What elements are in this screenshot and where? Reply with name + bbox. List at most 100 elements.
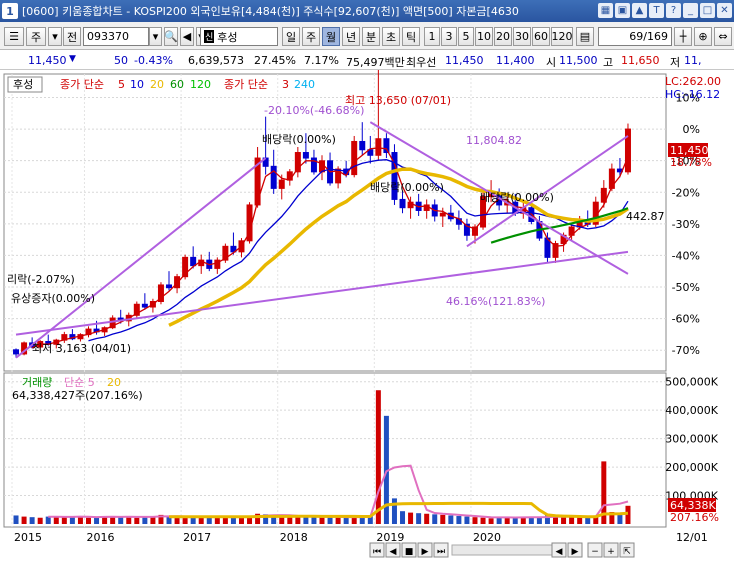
zoom-fit-icon: ⇱ xyxy=(623,547,631,557)
pct-annotation-2: 11,804.82 xyxy=(466,134,522,147)
price-axis-tick: -40% xyxy=(672,249,700,262)
volume-bar xyxy=(408,512,414,524)
candle xyxy=(608,168,615,189)
arrow-up-icon[interactable]: ▲ xyxy=(632,3,647,18)
current-pct-tag-text: 18.78% xyxy=(670,156,712,169)
volume-bar xyxy=(29,517,35,524)
period-day[interactable]: 일 xyxy=(282,27,300,46)
ruler-icon[interactable]: ┼ xyxy=(674,27,692,46)
candle xyxy=(166,284,173,289)
maximize-icon[interactable]: □ xyxy=(700,3,715,18)
volume-bar xyxy=(424,513,430,524)
candle xyxy=(399,198,406,209)
minimize-icon[interactable]: _ xyxy=(683,3,698,18)
dividend-annotation-3: 배당락(0.00%) xyxy=(480,191,554,204)
period-minute[interactable]: 분 xyxy=(362,27,380,46)
volume-info: 64,338,427주(207.16%) xyxy=(12,389,143,402)
all-button[interactable]: 전 xyxy=(63,27,81,46)
open-value: 11,500 xyxy=(559,54,598,67)
volume-bar xyxy=(287,517,293,524)
code-value: 093370 xyxy=(87,30,129,43)
current-price: 11,450 xyxy=(28,54,67,67)
price-axis-tick: 0% xyxy=(683,123,700,136)
volume-bar xyxy=(512,517,518,524)
x-axis-tick: 2018 xyxy=(280,531,308,544)
volume-bar xyxy=(488,518,494,524)
candle xyxy=(302,152,309,159)
menu-toggle-icon[interactable]: ☰ xyxy=(4,27,24,46)
speaker-icon[interactable]: ◀ xyxy=(180,27,194,46)
volume-bar xyxy=(472,517,478,524)
volume-bar xyxy=(448,515,454,524)
amount-value: 75,497백만 xyxy=(346,56,405,69)
period-month-label: 월 xyxy=(325,30,337,44)
interval-20[interactable]: 20 xyxy=(494,27,512,46)
interval-5[interactable]: 5 xyxy=(458,27,474,46)
volume-axis-tick: 300,000K xyxy=(665,433,718,446)
titlebar-icons: ▦ ▣ ▲ T ? _ □ ✕ xyxy=(598,3,732,18)
volume-bar xyxy=(432,514,438,524)
market-label: 주 xyxy=(30,30,42,44)
lc-label: LC:262.00 xyxy=(665,75,721,88)
window-title: [0600] 키움종합차트 - KOSPI200 외국인보유[4,484(천)]… xyxy=(22,5,519,18)
volume-bar xyxy=(69,516,75,524)
period-week[interactable]: 주 xyxy=(302,27,320,46)
ma2-legend-prefix: 종가 단순 xyxy=(224,78,268,91)
stock-chart[interactable]: 10%0%-10%-20%-30%-40%-50%-60%-70%500,000… xyxy=(0,70,734,562)
volume-bar xyxy=(126,516,132,524)
scrollbar[interactable] xyxy=(451,544,553,556)
dividend-annotation-2: 배당락(0.00%) xyxy=(370,181,444,194)
interval-10[interactable]: 10 xyxy=(475,27,493,46)
hc-label: HC:-16.12 xyxy=(665,88,720,101)
market-select[interactable]: 주 xyxy=(26,27,46,46)
page-count-field[interactable]: 69/169 xyxy=(598,27,672,46)
price-axis-tick: -30% xyxy=(672,218,700,231)
interval-60[interactable]: 60 xyxy=(532,27,550,46)
text-icon[interactable]: T xyxy=(649,3,664,18)
volume-bar xyxy=(94,517,100,524)
code-dropdown-icon[interactable]: ▾ xyxy=(149,27,162,46)
candle xyxy=(383,138,390,154)
period-year[interactable]: 년 xyxy=(342,27,360,46)
layout-icon[interactable]: ▣ xyxy=(615,3,630,18)
interval-1[interactable]: 1 xyxy=(424,27,440,46)
down-arrow-icon: ▼ xyxy=(69,54,76,64)
stock-legend: 후성 xyxy=(13,78,33,91)
period-second-label: 초 xyxy=(385,30,397,44)
settings-icon[interactable]: ▤ xyxy=(576,27,594,46)
volume-bar xyxy=(359,517,365,524)
search-icon[interactable]: 🔍 xyxy=(164,27,178,46)
volume-bar xyxy=(561,517,567,524)
stock-name-field[interactable]: 신 후성 xyxy=(200,27,278,46)
expand-icon[interactable]: ⇔ xyxy=(714,27,732,46)
interval-30[interactable]: 30 xyxy=(513,27,531,46)
volume-bar xyxy=(182,517,188,524)
interval-3[interactable]: 3 xyxy=(441,27,457,46)
scroll-controls: ⏮ ◀ ■ ▶ ⏭ ◀ ▶ − + ⇱ xyxy=(369,542,635,558)
volume-bar xyxy=(37,517,43,524)
volume-rate: 27.45% xyxy=(254,54,296,67)
grid-icon[interactable]: ▦ xyxy=(598,3,613,18)
volume-bar xyxy=(21,516,27,524)
market-dropdown-icon[interactable]: ▾ xyxy=(48,27,62,46)
right-icon: ▶ xyxy=(572,547,579,557)
x-axis-tick: 2017 xyxy=(183,531,211,544)
volume-bar xyxy=(480,517,486,524)
period-tick[interactable]: 틱 xyxy=(402,27,420,46)
pct-annotation-1: -20.10%(-46.68%) xyxy=(264,104,364,117)
volume-bar xyxy=(13,515,19,524)
period-tick-label: 틱 xyxy=(405,30,417,44)
interval-120[interactable]: 120 xyxy=(551,27,573,46)
volume-bar xyxy=(85,517,91,524)
interval-120-label: 120 xyxy=(551,30,573,43)
interval-1-label: 1 xyxy=(428,30,436,43)
close-icon[interactable]: ✕ xyxy=(717,3,732,18)
code-input[interactable]: 093370 xyxy=(83,27,149,46)
help-icon[interactable]: ? xyxy=(666,3,681,18)
ma60-legend: 60 xyxy=(170,78,184,91)
period-month[interactable]: 월 xyxy=(322,27,340,46)
period-second[interactable]: 초 xyxy=(382,27,400,46)
volume-axis-tick: 400,000K xyxy=(665,404,718,417)
next-icon: ▶ xyxy=(422,547,429,557)
crosshair-icon[interactable]: ⊕ xyxy=(694,27,712,46)
